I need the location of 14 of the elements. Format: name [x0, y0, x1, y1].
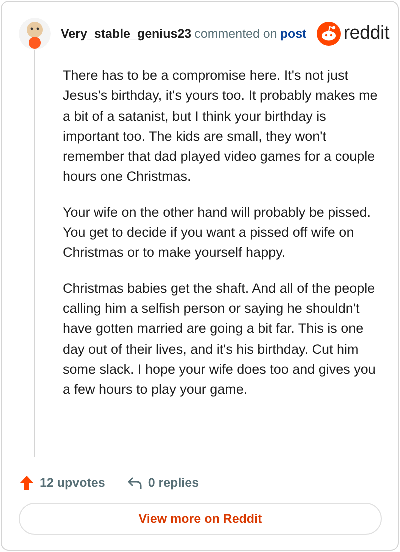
- upvote-arrow-icon: [19, 475, 35, 491]
- author-name[interactable]: Very_stable_genius23: [61, 27, 192, 41]
- comment-paragraph: Your wife on the other hand will probably be pissed. You get to decide if you want a pissed off wife on Christmas or to make yourself happy.: [63, 204, 372, 262]
- comment-paragraph: There has to be a compromise here. It's not just Jesus's birthday, it's yours too. It probably makes me a bit of a satanist, but I think your birthday is important too. The kids are small, they won't remember that dad played video games for a couple hours one Christmas.: [63, 67, 379, 186]
- avatar-icon: [19, 18, 51, 50]
- reply-count: 0 replies: [148, 476, 200, 490]
- reply-arrow-icon: [127, 475, 144, 491]
- reddit-logo-icon: [316, 22, 341, 46]
- comment-paragraph: Christmas babies get the shaft. And all of the people calling him a selfish person or saying he shouldn't have gotten married are going a bit far. This is one day out of their lives, and it's his birthday. Cut him some slack. I hope your wife does too and gives you a few hours to play your game.: [63, 280, 377, 400]
- upvote-count: 12 upvotes: [40, 476, 106, 490]
- action-text: commented on: [194, 27, 278, 41]
- brand-name: reddit: [344, 23, 390, 45]
- view-more-button[interactable]: View more on Reddit: [19, 503, 382, 535]
- post-link[interactable]: post: [280, 27, 307, 41]
